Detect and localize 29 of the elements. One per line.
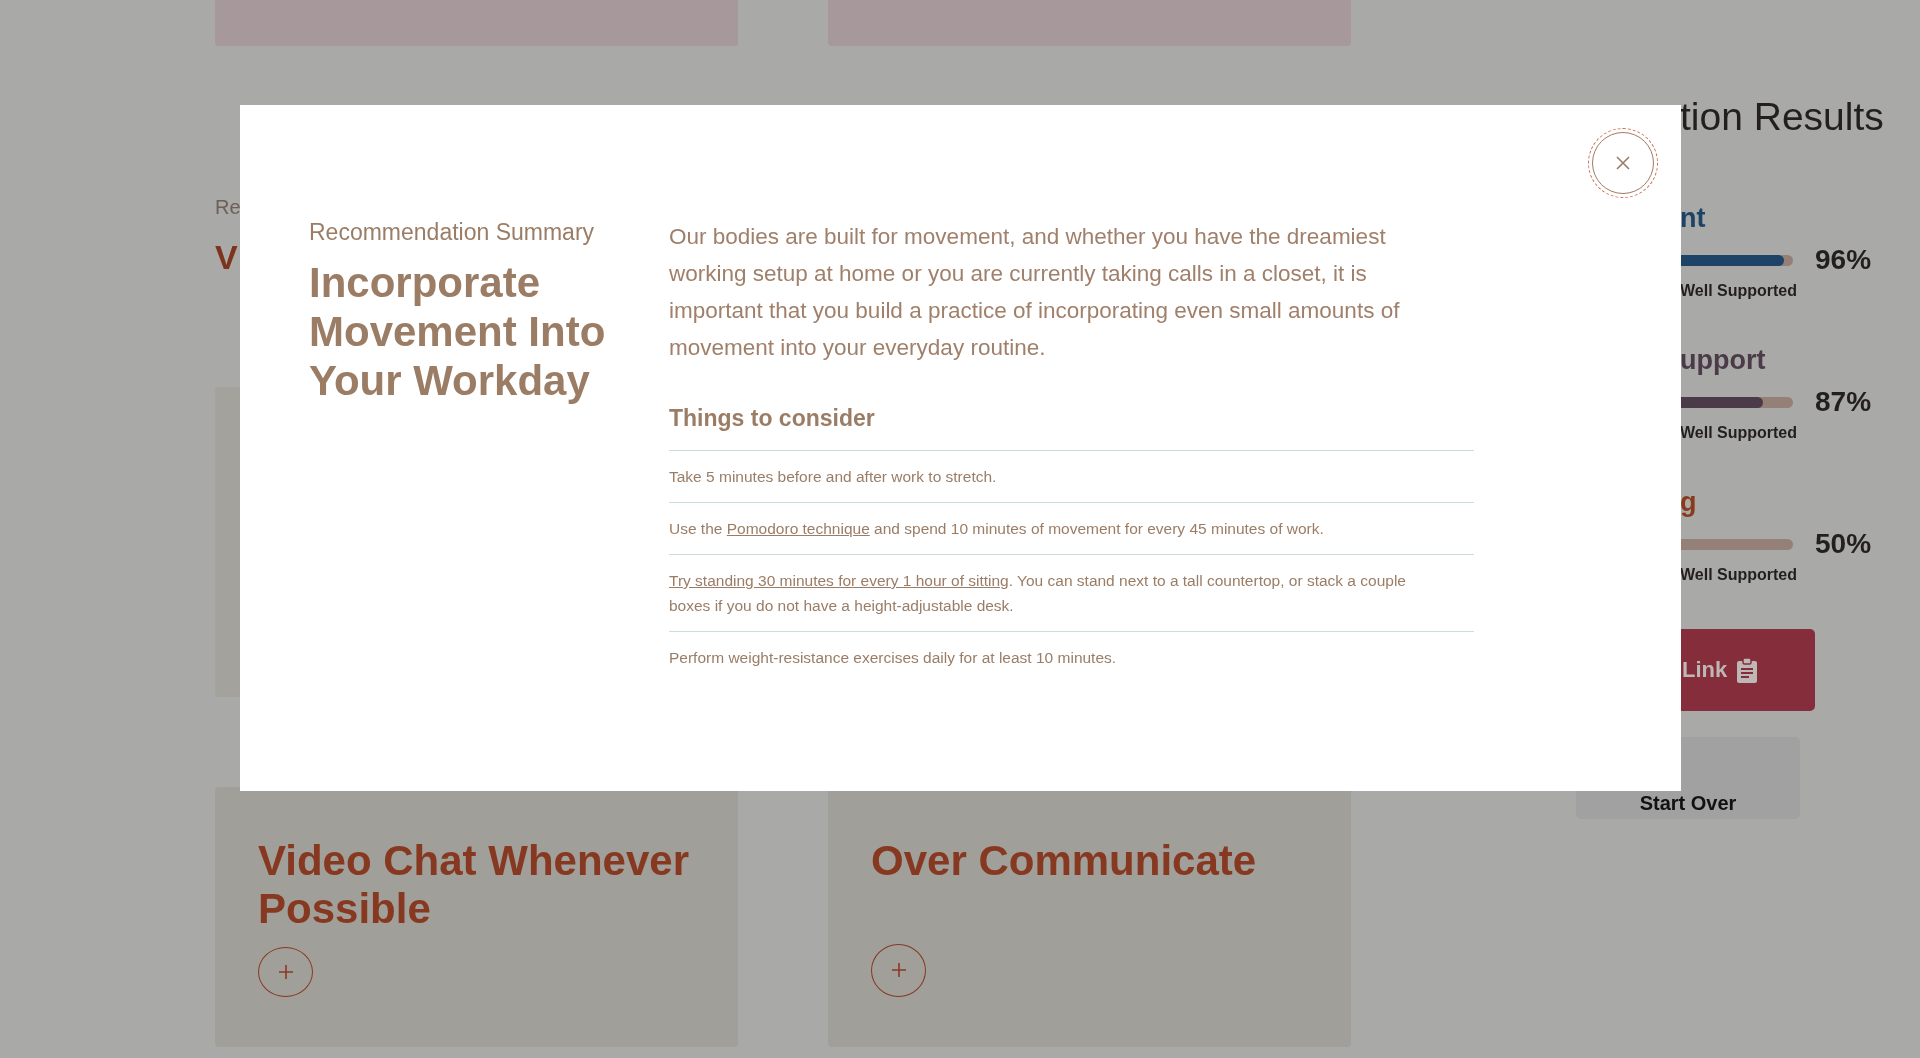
- card-title: Over Communicate: [871, 837, 1258, 886]
- inline-link[interactable]: Pomodoro technique: [726, 520, 870, 537]
- close-button[interactable]: [1592, 132, 1654, 194]
- close-icon: [1615, 155, 1631, 171]
- consider-item: Try standing 30 minutes for every 1 hour of sitting. You can stand next to a tall countertop, or stack a couple boxes if you do not have a height-adjustable desk.: [669, 555, 1474, 632]
- list-heading: Things to consider: [669, 404, 876, 432]
- score-label: Well Supported: [1679, 566, 1799, 584]
- section-title: V: [215, 237, 238, 278]
- category-title: g: [1679, 486, 1698, 518]
- card-title: Video Chat Whenever Possible: [258, 837, 690, 933]
- modal-description: Our bodies are built for movement, and whether you have the dreamiest working setup at home or you are currently taking calls in a closet, it is important that you build a practice of incorporating even small amounts of movement into your everyday routine.: [669, 223, 1401, 362]
- results-heading: tion Results: [1679, 95, 1885, 139]
- category-title: nt: [1679, 202, 1707, 234]
- consider-item: Use the Pomodoro technique and spend 10 minutes of movement for every 45 minutes of work.: [669, 503, 1474, 555]
- modal-title: Incorporate Movement Into Your Workday: [309, 258, 607, 405]
- clipboard-icon: [1737, 657, 1758, 683]
- modal-eyebrow: Recommendation Summary: [309, 218, 596, 246]
- section-label: Re: [215, 195, 241, 220]
- score-percent: 50%: [1815, 528, 1872, 560]
- score-percent: 96%: [1815, 244, 1872, 276]
- consider-item: Take 5 minutes before and after work to stretch.: [669, 451, 1474, 503]
- consider-item: Perform weight-resistance exercises daily for at least 10 minutes.: [669, 648, 1118, 668]
- category-title: upport: [1679, 344, 1767, 376]
- score-percent: 87%: [1815, 386, 1872, 418]
- score-label: Well Supported: [1679, 424, 1799, 442]
- plus-icon: [890, 962, 907, 979]
- inline-link[interactable]: Try standing 30 minutes for every 1 hour of sitting: [669, 572, 1009, 589]
- score-label: Well Supported: [1679, 282, 1799, 300]
- plus-icon: [277, 964, 294, 980]
